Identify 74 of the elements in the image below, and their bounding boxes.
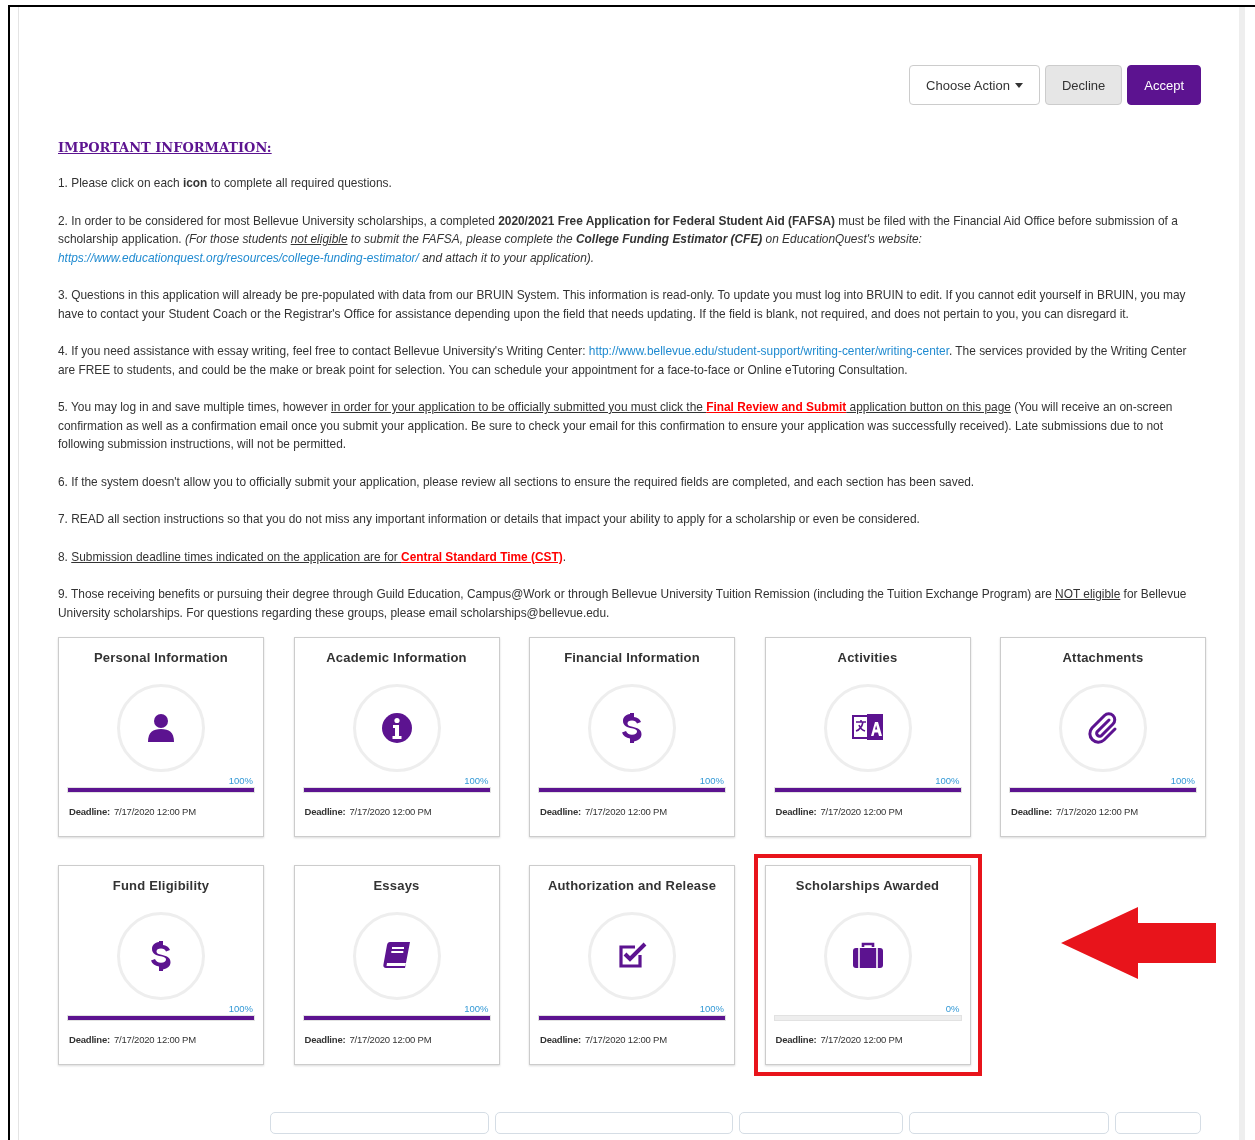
deadline-label: Deadline: [540, 1034, 581, 1045]
section-card[interactable]: Personal Information 100% Deadline: 7/17/2020 12:00 PM [58, 637, 264, 837]
section-title: Personal Information [94, 650, 228, 665]
section-title: Fund Eligibility [112, 878, 210, 893]
info-icon [380, 712, 413, 744]
accept-button[interactable]: Accept [1127, 65, 1201, 105]
deadline-label: Deadline: [775, 806, 817, 817]
deadline-date: 7/17/2020 12:00 PM [349, 1034, 432, 1045]
section-card[interactable]: Activities 100% Deadline: 7/17/2020 12:00 PM [764, 637, 971, 837]
section-title: Academic Information [326, 650, 467, 665]
section-title: Authorization and Release [547, 878, 717, 893]
section-title: Attachments [1062, 650, 1144, 665]
deadline-label: Deadline: [775, 1034, 817, 1045]
deadline-date: 7/17/2020 12:00 PM [820, 806, 903, 817]
instruction-text: 5. You may log in and save multiple times, however in order for your application to be officially submitted you must click the Final Review and Submit application button on this page (You will receive an on-screen confirmation as well as a confirmation email once you submit your application. Be sure to check your email for this confirmation to ensure your application was successfully received). Late submissions due to not following submission instructions, will not be permitted. [58, 399, 1174, 453]
deadline-date: 7/17/2020 12:00 PM [1055, 806, 1138, 817]
progress-percent: 100% [464, 775, 489, 787]
icon-circle[interactable] [352, 912, 441, 1000]
icon-circle[interactable] [117, 684, 205, 772]
section-title: Scholarships Awarded [795, 878, 940, 893]
section-card[interactable]: Academic Information 100% Deadline: 7/17/2020 12:00 PM [293, 637, 500, 837]
icon-circle[interactable] [823, 684, 912, 772]
deadline-label: Deadline: [540, 806, 581, 817]
instruction-text: 9. Those receiving benefits or pursuing their degree through Guild Education, Campus@Work or through Bellevue University Tuition Remission (including the Tuition Exchange Program) are NOT eligible for Bellevue University scholarships. For questions regarding these groups, please email scholarships@bellevue.edu. [58, 586, 1188, 622]
section-card[interactable]: Attachments 100% Deadline: 7/17/2020 12:00 PM [1000, 637, 1206, 837]
progress-percent: 100% [935, 775, 960, 787]
deadline-date: 7/17/2020 12:00 PM [584, 806, 667, 817]
instruction-text: 1. Please click on each icon to complete all required questions. [58, 175, 393, 192]
icon-circle[interactable] [117, 912, 205, 1000]
progress-percent: 0% [945, 1003, 960, 1015]
arrow-icon [1061, 907, 1216, 979]
paperclip-icon [1087, 712, 1119, 744]
section-card[interactable]: Essays 100% Deadline: 7/17/2020 12:00 PM [293, 865, 500, 1065]
progress-percent: 100% [464, 1003, 489, 1015]
instruction-text: 2. In order to be considered for most Bellevue University scholarships, a completed 2020/2021 Free Application for Federal Student Aid (FAFSA) must be filed with the Financial Aid Office before submission of a scholarship application. (For those students not eligible to submit the FAFSA, please complete the College Funding Estimator (CFE) on EducationQuest's website: https://www.educationquest.org/resources/college-funding-estimator/ and attach it to your application). [58, 212, 1179, 267]
progress-percent: 100% [228, 1003, 253, 1015]
deadline-date: 7/17/2020 12:00 PM [349, 806, 432, 817]
icon-circle[interactable] [588, 684, 676, 772]
deadline-label: Deadline: [304, 806, 346, 817]
icon-circle[interactable] [588, 912, 676, 1000]
progress-percent: 100% [699, 1003, 724, 1015]
info-heading: IMPORTANT INFORMATION: [58, 140, 272, 155]
decline-button[interactable]: Decline [1044, 65, 1123, 105]
icon-circle[interactable] [352, 684, 441, 772]
deadline-date: 7/17/2020 12:00 PM [113, 1034, 196, 1045]
section-card[interactable]: Scholarships Awarded 0% Deadline: 7/17/2020 12:00 PM [764, 865, 971, 1065]
section-card[interactable]: Financial Information 100% Deadline: 7/17/2020 12:00 PM [529, 637, 735, 837]
link[interactable]: https://www.educationquest.org/resources/college-funding-estimator/ [58, 250, 419, 265]
deadline-label: Deadline: [1011, 806, 1052, 817]
choose-action-dropdown[interactable]: Choose Action [909, 65, 1040, 105]
instruction-text: 3. Questions in this application will already be pre-populated with data from our BRUIN System. This information is read-only. To update you must log into BRUIN to edit. If you cannot edit yourself in BRUIN, you may have to contact your Student Coach or the Registrar's Office for assistance depending upon the field that needs updating. If the field is blank, not required, and does not pertain to you, you can disregard it. [58, 287, 1187, 323]
person-icon [145, 712, 177, 744]
section-title: Activities [837, 650, 898, 665]
deadline-date: 7/17/2020 12:00 PM [113, 806, 196, 817]
link[interactable]: http://www.bellevue.edu/student-support/writing-center/writing-center [588, 344, 949, 358]
deadline-label: Deadline: [69, 806, 110, 817]
progress-percent: 100% [1170, 775, 1195, 787]
deadline-label: Deadline: [69, 1034, 110, 1045]
caret-icon [1014, 82, 1023, 88]
section-title: Financial Information [564, 650, 700, 665]
deadline-date: 7/17/2020 12:00 PM [584, 1034, 667, 1045]
instruction-text: 4. If you need assistance with essay writing, feel free to contact Bellevue University's Writing Center: http://www.bellevue.edu/student-support/writing-center/writing-center. The services provided by the Writing Center are FREE to students, and could be the make or break point for selection. You can schedule your appointment for a face-to-face or Online eTutoring Consultation. [58, 343, 1188, 379]
progress-percent: 100% [699, 775, 724, 787]
instruction-text: 7. READ all section instructions so that you do not miss any important information or details that impact your ability to apply for a scholarship or even be considered. [58, 511, 921, 528]
progress-percent: 100% [228, 775, 253, 787]
instruction-text: 8. Submission deadline times indicated on the application are for Central Standard Time (CST). [58, 548, 568, 566]
deadline-label: Deadline: [304, 1034, 346, 1045]
section-card[interactable]: Authorization and Release 100% Deadline: 7/17/2020 12:00 PM [529, 865, 735, 1065]
section-title: Essays [373, 878, 420, 893]
deadline-date: 7/17/2020 12:00 PM [820, 1034, 903, 1045]
instruction-text: 6. If the system doesn't allow you to officially submit your application, please review all sections to ensure the required fields are completed, and each section has been saved. [58, 473, 976, 491]
icon-circle[interactable] [823, 912, 912, 1000]
section-card[interactable]: Fund Eligibility 100% Deadline: 7/17/2020 12:00 PM [58, 865, 264, 1065]
icon-circle[interactable] [1059, 684, 1147, 772]
